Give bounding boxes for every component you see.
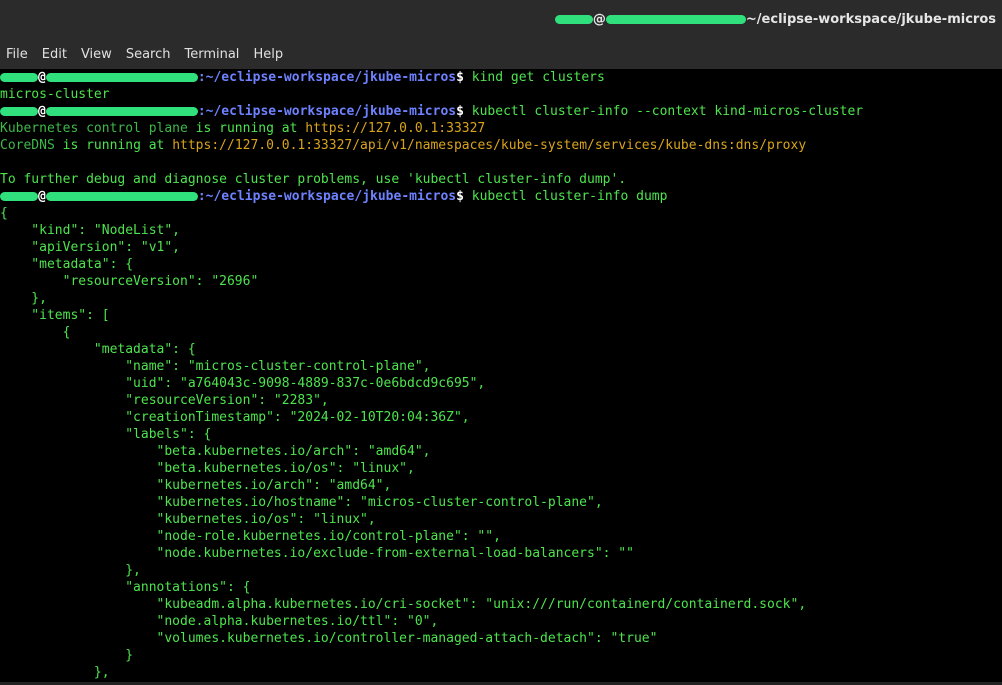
title-bar[interactable]: @ ~/eclipse-workspace/jkube-micros xyxy=(0,0,1002,40)
output-line: "node-role.kubernetes.io/control-plane":… xyxy=(0,529,501,544)
output-line: "resourceVersion": "2283", xyxy=(0,393,329,408)
prompt-path: :~/eclipse-workspace/jkube-micros xyxy=(197,189,457,204)
prompt-line: @ :~/eclipse-workspace/jkube-micros$ kind… xyxy=(0,69,1002,86)
output-line: "labels": { xyxy=(0,427,212,442)
prompt-symbol: $ xyxy=(456,104,464,119)
command-text: kubectl cluster-info dump xyxy=(463,189,668,204)
output-line: "creationTimestamp": "2024-02-10T20:04:3… xyxy=(0,410,470,425)
output-line: }, xyxy=(0,665,110,680)
output-line: "apiVersion": "v1", xyxy=(0,240,181,255)
menu-edit[interactable]: Edit xyxy=(42,47,67,62)
output-line: }, xyxy=(0,563,141,578)
output-line: micros-cluster xyxy=(0,87,110,102)
redacted-username xyxy=(0,192,38,201)
output-line: }, xyxy=(0,291,47,306)
redacted-hostname xyxy=(45,192,198,201)
menu-view[interactable]: View xyxy=(81,47,112,62)
prompt-line: @ :~/eclipse-workspace/jkube-micros$ kube… xyxy=(0,103,1002,120)
menu-search[interactable]: Search xyxy=(126,47,171,62)
output-line: "metadata": { xyxy=(0,342,196,357)
terminal-output[interactable]: @:~/eclipse-workspace/jkube-micros$ kind… xyxy=(0,69,1002,685)
terminal-window: @ ~/eclipse-workspace/jkube-micros File E… xyxy=(0,0,1002,685)
redacted-hostname xyxy=(605,15,746,24)
output-line: "node.kubernetes.io/exclude-from-externa… xyxy=(0,546,634,561)
redacted-hostname xyxy=(45,107,198,116)
prompt-path: :~/eclipse-workspace/jkube-micros xyxy=(197,104,457,119)
prompt-symbol: $ xyxy=(456,70,464,85)
redacted-username xyxy=(0,107,38,116)
redacted-username xyxy=(0,73,38,82)
output-line: "name": "micros-cluster-control-plane", xyxy=(0,359,431,374)
prompt-line: @ :~/eclipse-workspace/jkube-micros$ kube… xyxy=(0,188,1002,205)
redacted-username xyxy=(554,15,593,24)
menu-file[interactable]: File xyxy=(6,47,28,62)
title-at: @ xyxy=(592,12,606,27)
output-line: "uid": "a764043c-9098-4889-837c-0e6bdcd9… xyxy=(0,376,486,391)
service-name: CoreDNS xyxy=(0,138,55,153)
cluster-info-line: CoreDNS is running at https://127.0.0.1:… xyxy=(0,137,1002,154)
running-text: is running at xyxy=(54,138,173,153)
output-line: "items": [ xyxy=(0,308,110,323)
running-text: is running at xyxy=(187,121,306,136)
prompt-at: @ xyxy=(38,189,46,204)
output-line: "kubernetes.io/hostname": "micros-cluste… xyxy=(0,495,603,510)
prompt-at: @ xyxy=(38,104,46,119)
output-line: "kubeadm.alpha.kubernetes.io/cri-socket"… xyxy=(0,597,807,612)
menu-terminal[interactable]: Terminal xyxy=(184,47,239,62)
output-line: "kubernetes.io/arch": "amd64", xyxy=(0,478,392,493)
command-text: kubectl cluster-info --context kind-micr… xyxy=(463,104,864,119)
output-line: "node.alpha.kubernetes.io/ttl": "0", xyxy=(0,614,439,629)
output-line: "resourceVersion": "2696" xyxy=(0,274,259,289)
output-line: "annotations": { xyxy=(0,580,251,595)
output-line: } xyxy=(0,648,134,663)
prompt-symbol: $ xyxy=(456,189,464,204)
output-line: { xyxy=(0,325,71,340)
output-line: To further debug and diagnose cluster pr… xyxy=(0,172,627,187)
menu-bar: File Edit View Search Terminal Help xyxy=(0,40,1002,69)
service-name: Kubernetes control plane xyxy=(0,121,188,136)
title-path: ~/eclipse-workspace/jkube-micros xyxy=(745,12,996,27)
output-line: "kubernetes.io/os": "linux", xyxy=(0,512,376,527)
output-line: "beta.kubernetes.io/arch": "amd64", xyxy=(0,444,431,459)
window-title: @ ~/eclipse-workspace/jkube-micros xyxy=(554,12,996,27)
output-line: "beta.kubernetes.io/os": "linux", xyxy=(0,461,415,476)
output-line: "metadata": { xyxy=(0,257,134,272)
service-url[interactable]: https://127.0.0.1:33327/api/v1/namespace… xyxy=(172,138,806,153)
prompt-path: :~/eclipse-workspace/jkube-micros xyxy=(197,70,457,85)
output-line: "volumes.kubernetes.io/controller-manage… xyxy=(0,631,658,646)
cluster-info-line: Kubernetes control plane is running at h… xyxy=(0,120,1002,137)
menu-help[interactable]: Help xyxy=(253,47,283,62)
output-line: "kind": "NodeList", xyxy=(0,223,181,238)
prompt-at: @ xyxy=(38,70,46,85)
command-text: kind get clusters xyxy=(463,70,605,85)
redacted-hostname xyxy=(45,73,198,82)
service-url[interactable]: https://127.0.0.1:33327 xyxy=(305,121,485,136)
output-line: { xyxy=(0,206,8,221)
